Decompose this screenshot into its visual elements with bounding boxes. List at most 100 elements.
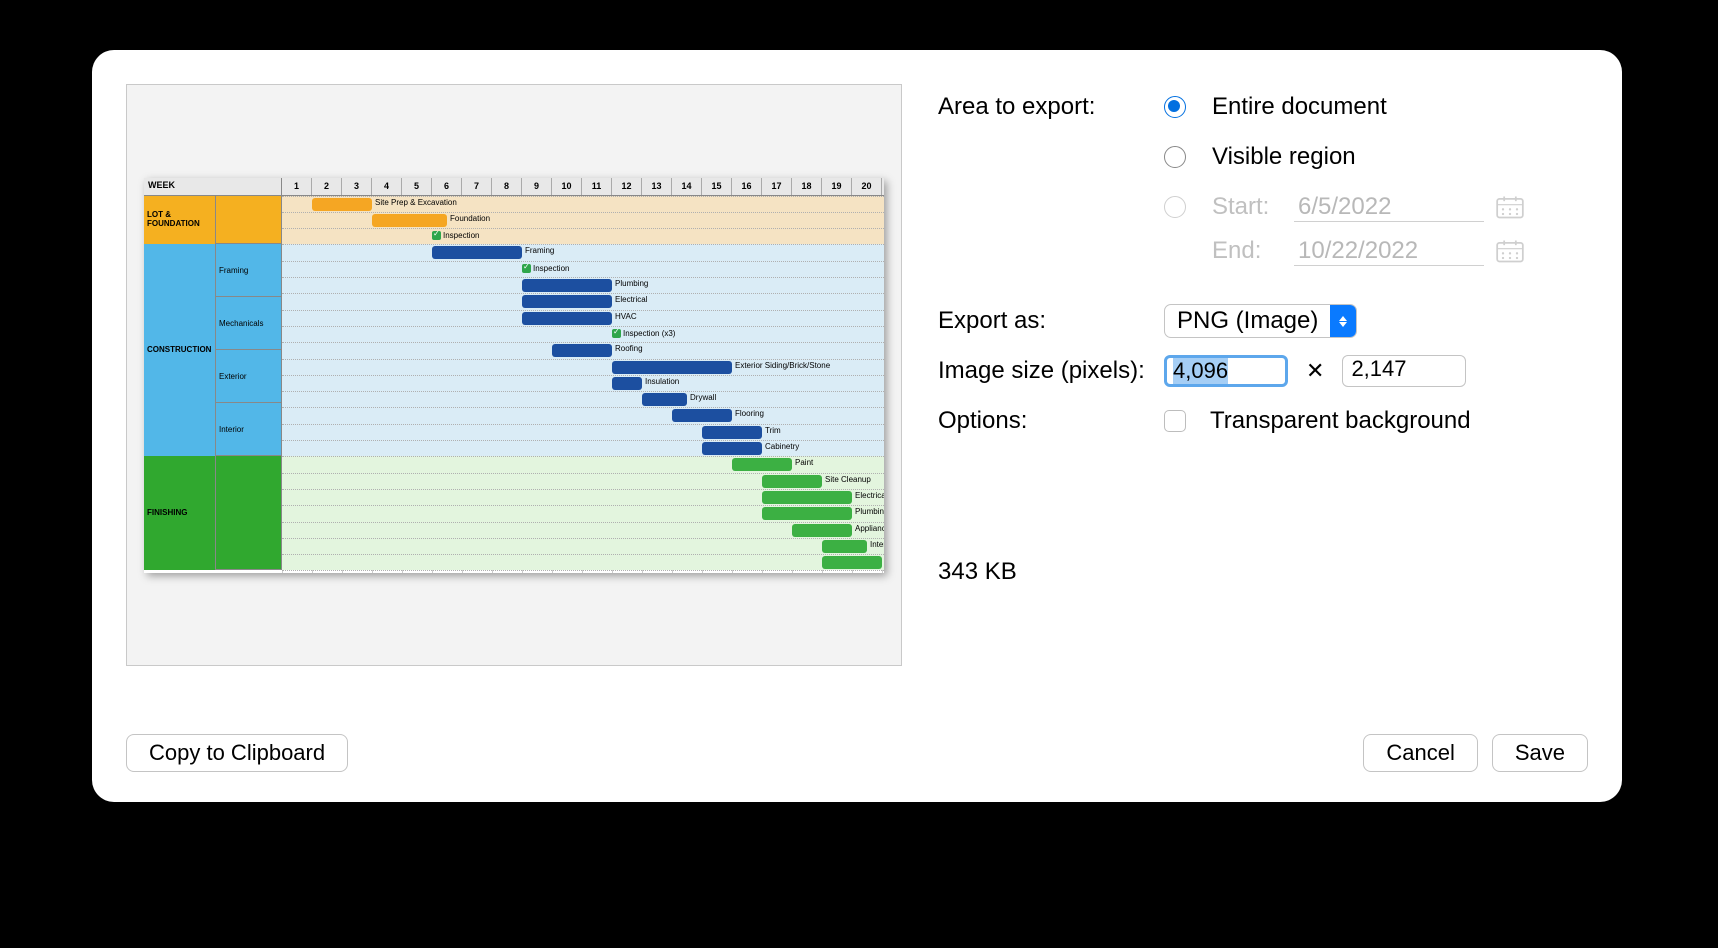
gantt-header: WEEK 1234567891011121314151617181920 — [144, 178, 884, 196]
week-cell: 10 — [552, 178, 582, 195]
task-label: HVAC — [615, 312, 637, 321]
format-select[interactable]: PNG (Image) — [1164, 304, 1357, 338]
week-cell: 8 — [492, 178, 522, 195]
week-cell: 19 — [822, 178, 852, 195]
task-label: Drywall — [690, 393, 716, 402]
select-caret-icon — [1330, 304, 1356, 338]
task-label: Appliances — [855, 524, 884, 533]
task-bar — [702, 426, 762, 439]
preview-frame: WEEK 1234567891011121314151617181920 LOT… — [126, 84, 902, 666]
task-label: Trim — [765, 426, 781, 435]
task-label: Electrical — [615, 295, 647, 304]
task-bar — [732, 458, 792, 471]
save-button[interactable]: Save — [1492, 734, 1588, 772]
area-row-entire: Area to export: Entire document — [938, 90, 1588, 124]
week-cell: 4 — [372, 178, 402, 195]
options-row: Options: Transparent background — [938, 404, 1588, 438]
size-separator: ✕ — [1306, 358, 1324, 384]
task-bar — [822, 540, 867, 553]
task-bar — [762, 507, 852, 520]
phase-block: FINISHING — [144, 456, 216, 570]
task-bar — [672, 409, 732, 422]
week-cell: 18 — [792, 178, 822, 195]
subphase-block — [216, 456, 282, 570]
task-label: Interior Cleanup — [870, 540, 884, 549]
transparent-bg-label[interactable]: Transparent background — [1210, 407, 1471, 435]
format-value: PNG (Image) — [1165, 307, 1330, 335]
radio-visible-region[interactable] — [1164, 146, 1186, 168]
week-cell: 1 — [282, 178, 312, 195]
options-label: Options: — [938, 407, 1164, 435]
task-bar — [612, 377, 642, 390]
calendar-icon[interactable] — [1496, 195, 1524, 219]
week-cell: 9 — [522, 178, 552, 195]
task-label: Site Prep & Excavation — [375, 198, 457, 207]
task-label: Cabinetry — [765, 442, 799, 451]
week-cell: 15 — [702, 178, 732, 195]
task-label: Flooring — [735, 409, 764, 418]
subphase-block: Framing — [216, 244, 282, 297]
task-bar — [522, 279, 612, 292]
week-cell: 5 — [402, 178, 432, 195]
week-cell: 20 — [852, 178, 882, 195]
area-row-start: Start: 6/5/2022 — [938, 190, 1588, 224]
subphase-block — [216, 196, 282, 245]
gantt-header-label: WEEK — [144, 178, 282, 195]
task-label: Paint — [795, 458, 813, 467]
width-input[interactable]: 4,096 — [1164, 355, 1288, 387]
end-label: End: — [1212, 237, 1282, 265]
task-bar — [642, 393, 687, 406]
height-input[interactable]: 2,147 — [1342, 355, 1466, 387]
content-area: WEEK 1234567891011121314151617181920 LOT… — [126, 84, 1588, 670]
task-label: Electrical Fixtures — [855, 491, 884, 500]
week-cell: 12 — [612, 178, 642, 195]
task-bar — [702, 442, 762, 455]
radio-label-visible[interactable]: Visible region — [1212, 143, 1356, 171]
area-label: Area to export: — [938, 93, 1164, 121]
week-cell: 3 — [342, 178, 372, 195]
week-cell: 6 — [432, 178, 462, 195]
copy-to-clipboard-button[interactable]: Copy to Clipboard — [126, 734, 348, 772]
task-milestone: Inspection — [522, 263, 569, 273]
subphase-block: Mechanicals — [216, 297, 282, 350]
week-cell: 14 — [672, 178, 702, 195]
task-milestone: Inspection (x3) — [612, 328, 675, 338]
settings-pane: Area to export: Entire document Visible … — [938, 84, 1588, 670]
task-bar — [522, 312, 612, 325]
week-cell: 11 — [582, 178, 612, 195]
task-label: Plumbing — [615, 279, 648, 288]
week-cell: 13 — [642, 178, 672, 195]
phase-block: CONSTRUCTION — [144, 244, 216, 456]
radio-entire-document[interactable] — [1164, 96, 1186, 118]
task-bar — [762, 491, 852, 504]
start-date-field[interactable]: 6/5/2022 — [1294, 192, 1484, 222]
export-as-row: Export as: PNG (Image) — [938, 304, 1588, 338]
task-bar — [822, 556, 882, 569]
radio-date-range[interactable] — [1164, 196, 1186, 218]
task-label: Roofing — [615, 344, 643, 353]
area-row-end: End: 10/22/2022 — [938, 234, 1588, 268]
radio-label-entire[interactable]: Entire document — [1212, 93, 1387, 121]
task-label: Site Cleanup — [825, 475, 871, 484]
end-date-field[interactable]: 10/22/2022 — [1294, 236, 1484, 266]
export-as-label: Export as: — [938, 307, 1164, 335]
task-bar — [552, 344, 612, 357]
phase-block: LOT & FOUNDATION — [144, 196, 216, 245]
button-row: Copy to Clipboard Cancel Save — [126, 734, 1588, 772]
cancel-button[interactable]: Cancel — [1363, 734, 1477, 772]
week-cell: 7 — [462, 178, 492, 195]
gantt-body: LOT & FOUNDATIONCONSTRUCTIONFramingMecha… — [144, 196, 884, 573]
week-cell: 17 — [762, 178, 792, 195]
transparent-bg-checkbox[interactable] — [1164, 410, 1186, 432]
task-label: Exterior Siding/Brick/Stone — [735, 361, 830, 370]
task-bar — [762, 475, 822, 488]
export-dialog: WEEK 1234567891011121314151617181920 LOT… — [92, 50, 1622, 802]
task-bar — [372, 214, 447, 227]
calendar-icon[interactable] — [1496, 239, 1524, 263]
area-row-visible: Visible region — [938, 140, 1588, 174]
task-bar — [792, 524, 852, 537]
subphase-block: Exterior — [216, 350, 282, 403]
task-label: Plumbing Fixtures — [855, 507, 884, 516]
task-label: Framing — [525, 246, 554, 255]
start-label: Start: — [1212, 193, 1282, 221]
